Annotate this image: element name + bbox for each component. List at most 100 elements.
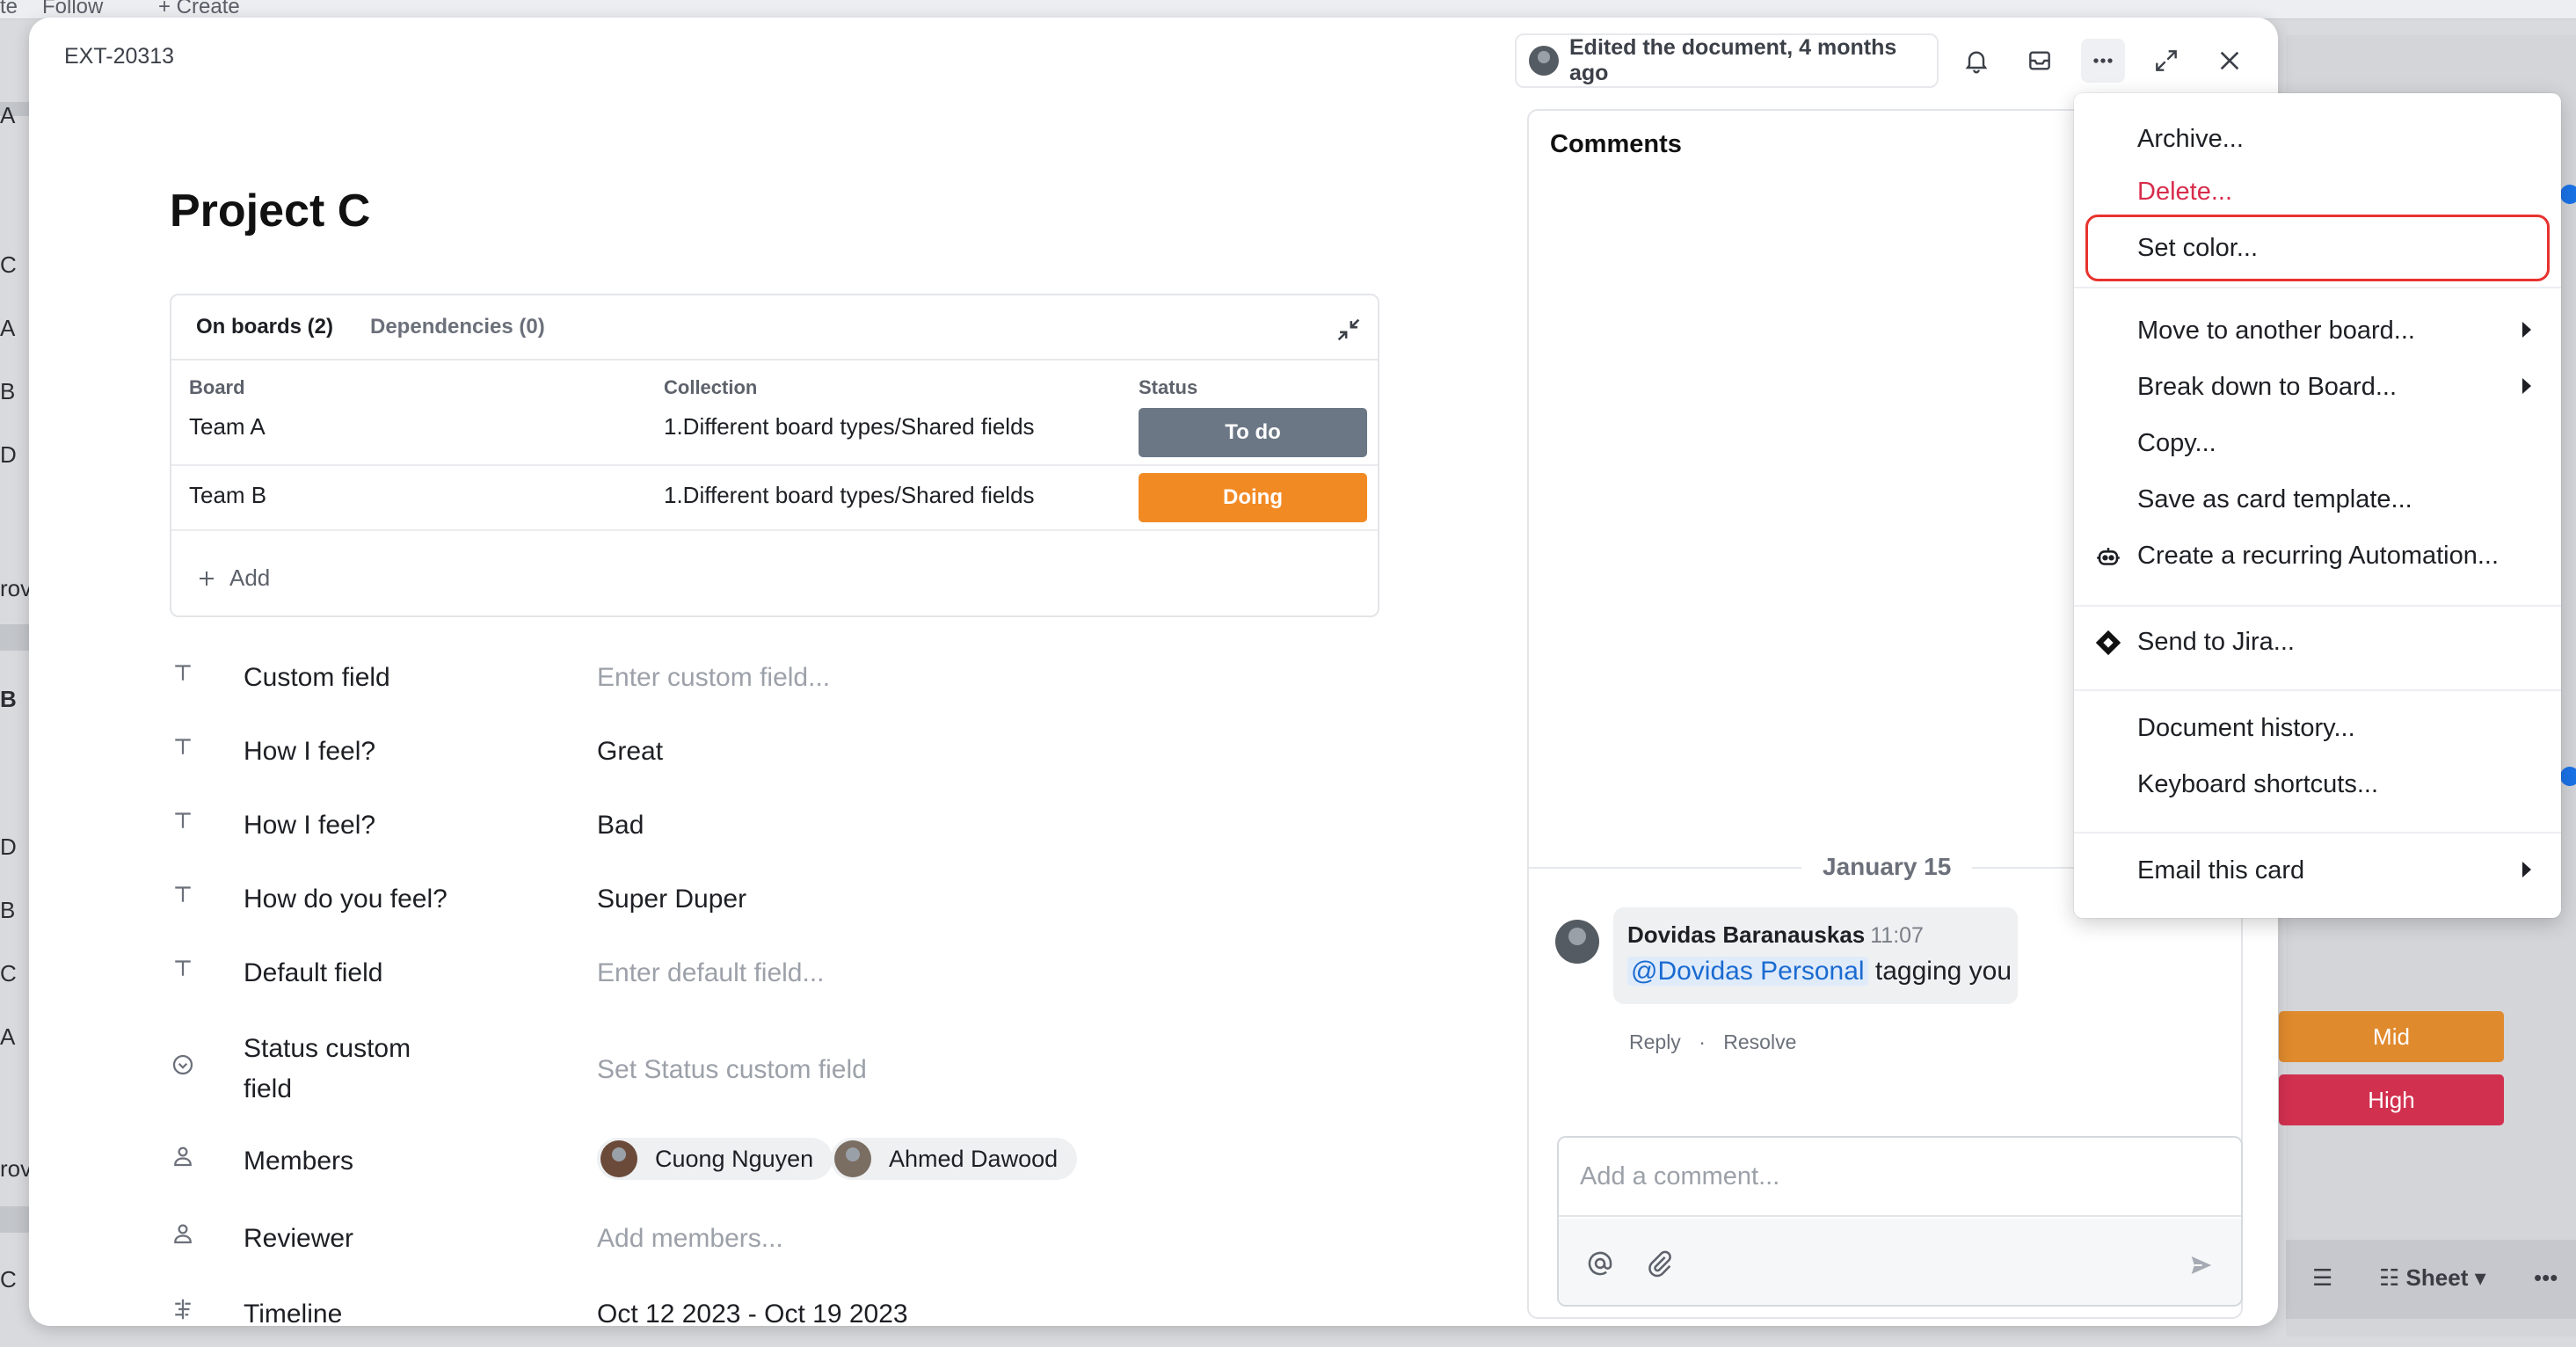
field-label: Custom field — [244, 663, 390, 692]
resolve-button[interactable]: Resolve — [1723, 1030, 1796, 1053]
mention-icon[interactable] — [1585, 1249, 1615, 1278]
background-topbar-text: te — [0, 0, 18, 18]
collection-name: 1.Different board types/Shared fields — [664, 413, 1035, 440]
background-priority-pill[interactable]: Mid — [2279, 1011, 2504, 1062]
default-field-input[interactable]: Enter default field... — [597, 953, 825, 994]
background-row-label: rov — [0, 1155, 33, 1182]
member-name: Ahmed Dawood — [889, 1145, 1059, 1172]
bell-icon[interactable] — [1954, 39, 1998, 83]
background-follow-link[interactable]: Follow — [42, 0, 103, 19]
sheet-view-dropdown[interactable]: ☷ Sheet ▾ — [2379, 1264, 2486, 1292]
menu-item-email-card[interactable]: Email this card — [2074, 844, 2561, 897]
menu-item-label: Archive... — [2137, 124, 2244, 153]
menu-item-break-down[interactable]: Break down to Board... — [2074, 360, 2561, 413]
plus-icon — [200, 571, 214, 586]
menu-item-label: Move to another board... — [2137, 316, 2415, 345]
more-actions-menu: Archive... Delete... Set color... Move t… — [2074, 93, 2561, 918]
more-icon[interactable]: ••• — [2534, 1264, 2558, 1292]
menu-divider — [2074, 605, 2561, 607]
collection-name: 1.Different board types/Shared fields — [664, 482, 1035, 508]
background-row-label: A — [0, 315, 16, 341]
close-icon[interactable] — [2208, 39, 2252, 83]
menu-item-send-to-jira[interactable]: Send to Jira... — [2074, 615, 2561, 668]
composer-toolbar — [1559, 1219, 2241, 1305]
menu-divider — [2074, 287, 2561, 288]
comments-heading: Comments — [1550, 130, 1682, 158]
menu-item-save-template[interactable]: Save as card template... — [2074, 473, 2561, 526]
avatar — [1529, 46, 1559, 76]
mention-link[interactable]: @Dovidas Personal — [1627, 957, 1868, 986]
menu-item-delete[interactable]: Delete... — [2074, 165, 2561, 218]
background-create-link[interactable]: + Create — [158, 0, 240, 19]
comment-input[interactable] — [1559, 1138, 2241, 1217]
menu-item-label: Email this card — [2137, 856, 2305, 885]
field-value[interactable]: Super Duper — [597, 879, 746, 920]
menu-item-label: Keyboard shortcuts... — [2137, 769, 2379, 798]
member-chip[interactable]: Ahmed Dawood — [831, 1138, 1078, 1180]
send-icon[interactable] — [2188, 1252, 2215, 1278]
comment-body: tagging you — [1867, 957, 2012, 986]
table-row[interactable]: Team A 1.Different board types/Shared fi… — [171, 401, 1378, 466]
background-notification-dot — [2560, 767, 2576, 786]
table-row[interactable]: Team B 1.Different board types/Shared fi… — [171, 466, 1378, 531]
comment-author[interactable]: Dovidas Baranauskas — [1627, 921, 1865, 948]
background-row-label: A — [0, 1023, 16, 1050]
field-label: How I feel? — [244, 811, 376, 840]
reply-button[interactable]: Reply — [1629, 1030, 1681, 1053]
timeline-value[interactable]: Oct 12 2023 - Oct 19 2023 — [597, 1294, 908, 1326]
field-label: field — [244, 1074, 293, 1103]
expand-icon[interactable] — [2144, 39, 2188, 83]
field-label: Timeline — [244, 1300, 343, 1326]
field-label: Status custom — [244, 1034, 411, 1063]
menu-item-keyboard-shortcuts[interactable]: Keyboard shortcuts... — [2074, 758, 2561, 811]
background-notification-dot — [2560, 185, 2576, 204]
document-edited-indicator[interactable]: Edited the document, 4 months ago — [1515, 33, 1939, 88]
background-row-label: C — [0, 251, 17, 278]
menu-item-label: Copy... — [2137, 428, 2216, 457]
text-icon — [175, 960, 191, 976]
menu-item-label: Send to Jira... — [2137, 627, 2295, 656]
background-priority-pill[interactable]: High — [2279, 1074, 2504, 1125]
sheet-view-label: Sheet — [2405, 1264, 2469, 1291]
menu-item-recurring-automation[interactable]: Create a recurring Automation... — [2074, 529, 2561, 582]
field-value[interactable]: Bad — [597, 805, 644, 846]
field-timeline: Timeline Oct 12 2023 - Oct 19 2023 — [170, 1291, 1383, 1326]
status-custom-field-select[interactable]: Set Status custom field — [597, 1050, 867, 1090]
card-id: EXT-20313 — [64, 44, 175, 69]
card-title[interactable]: Project C — [170, 185, 370, 237]
timeline-start: Oct 12 2023 — [597, 1300, 741, 1326]
status-badge[interactable]: Doing — [1139, 473, 1367, 522]
text-icon — [175, 665, 191, 681]
comment-bubble: Dovidas Baranauskas 11:07 @Dovidas Person… — [1613, 907, 2018, 1004]
custom-field-input[interactable]: Enter custom field... — [597, 658, 830, 698]
board-name[interactable]: Team A — [189, 413, 266, 441]
field-default-field: Default field Enter default field... — [170, 950, 1383, 1002]
menu-item-move-to-board[interactable]: Move to another board... — [2074, 304, 2561, 357]
reviewer-add-members[interactable]: Add members... — [597, 1219, 783, 1259]
menu-item-copy[interactable]: Copy... — [2074, 417, 2561, 470]
menu-item-document-history[interactable]: Document history... — [2074, 702, 2561, 754]
more-icon[interactable] — [2081, 39, 2125, 83]
person-icon — [174, 1224, 192, 1244]
comment-text: @Dovidas Personal tagging you — [1627, 957, 2012, 987]
text-icon — [175, 812, 191, 828]
timeline-icon — [175, 1299, 191, 1320]
comment-actions: Reply · Resolve — [1629, 1030, 1808, 1054]
robot-icon — [2097, 548, 2120, 565]
tab-dependencies[interactable]: Dependencies (0) — [370, 315, 545, 339]
status-badge[interactable]: To do — [1139, 408, 1367, 457]
comment-date: January 15 — [1801, 853, 1973, 881]
attachment-icon[interactable] — [1645, 1249, 1675, 1278]
tab-on-boards[interactable]: On boards (2) — [196, 315, 333, 339]
add-board-button[interactable]: Add — [196, 564, 270, 592]
inbox-icon[interactable] — [2018, 39, 2062, 83]
field-value[interactable]: Great — [597, 732, 663, 772]
collapse-icon[interactable] — [1334, 315, 1364, 345]
highlight-box — [2085, 215, 2550, 281]
filter-icon[interactable]: ☰ — [2312, 1264, 2332, 1292]
status-icon — [172, 1054, 193, 1075]
board-name[interactable]: Team B — [189, 482, 266, 509]
menu-item-archive[interactable]: Archive... — [2074, 113, 2561, 165]
field-how-i-feel: How I feel? Bad — [170, 802, 1383, 855]
member-chip[interactable]: Cuong Nguyen — [597, 1138, 833, 1180]
